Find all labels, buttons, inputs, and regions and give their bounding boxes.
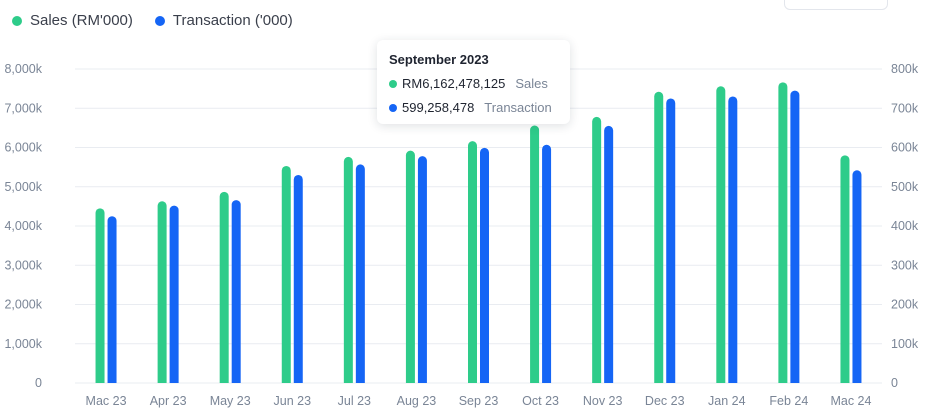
y-left-tick-label: 6,000k — [4, 141, 42, 155]
transaction-bar — [107, 216, 117, 383]
tooltip-sales-label: Sales — [515, 76, 548, 91]
tooltip-pointer — [472, 118, 484, 124]
transaction-bar — [852, 170, 862, 383]
y-right-tick-label: 100k — [891, 337, 919, 351]
chart-tooltip: September 2023 RM6,162,478,125 Sales 599… — [377, 40, 570, 124]
y-right-tick-label: 800k — [891, 62, 919, 76]
transaction-bar — [169, 205, 179, 383]
x-tick-label: Aug 23 — [397, 394, 437, 408]
y-right-tick-label: 700k — [891, 101, 919, 115]
tooltip-sales-dot — [389, 79, 397, 88]
y-left-tick-label: 5,000k — [4, 180, 42, 194]
transaction-bar — [417, 156, 427, 383]
x-tick-label: Oct 23 — [522, 394, 559, 408]
sales-bar — [840, 155, 850, 383]
sales-bar — [157, 201, 167, 383]
y-right-tick-label: 200k — [891, 298, 919, 312]
y-left-tick-label: 1,000k — [4, 337, 42, 351]
x-tick-label: Jul 23 — [338, 394, 371, 408]
y-left-tick-label: 8,000k — [4, 62, 42, 76]
tooltip-transaction-dot — [389, 103, 397, 112]
x-tick-label: Jan 24 — [708, 394, 746, 408]
sales-bar — [654, 91, 664, 383]
y-right-tick-label: 600k — [891, 141, 919, 155]
x-tick-label: Apr 23 — [150, 394, 187, 408]
transaction-bar — [480, 147, 489, 383]
transaction-bar — [604, 125, 614, 383]
x-tick-label: Mac 23 — [86, 394, 127, 408]
sales-bar — [778, 82, 788, 383]
tooltip-transaction-value: 599,258,478 — [402, 100, 475, 115]
sales-bar — [343, 156, 353, 383]
sales-bar — [405, 150, 415, 383]
transaction-bar — [231, 200, 241, 383]
sales-bar — [716, 86, 726, 384]
transaction-bar — [790, 90, 800, 384]
tooltip-transaction-label: Transaction — [484, 100, 552, 115]
y-left-tick-label: 4,000k — [4, 219, 42, 233]
x-tick-label: Sep 23 — [459, 394, 499, 408]
y-left-tick-label: 3,000k — [4, 258, 42, 272]
sales-bar — [592, 116, 602, 383]
x-tick-label: Dec 23 — [645, 394, 685, 408]
sales-bar — [530, 125, 540, 383]
sales-bar — [281, 165, 291, 383]
y-right-tick-label: 300k — [891, 258, 919, 272]
y-right-tick-label: 500k — [891, 180, 919, 194]
transaction-bar — [293, 174, 303, 383]
y-right-tick-label: 400k — [891, 219, 919, 233]
transaction-bar — [728, 96, 738, 383]
x-tick-label: Jun 23 — [274, 394, 312, 408]
sales-bar — [219, 191, 229, 383]
y-left-tick-label: 2,000k — [4, 298, 42, 312]
x-tick-label: Mac 24 — [830, 394, 871, 408]
tooltip-row-sales: RM6,162,478,125 Sales — [389, 76, 548, 91]
y-right-tick-label: 0 — [891, 376, 898, 390]
transaction-bar — [666, 98, 676, 383]
y-left-tick-label: 7,000k — [4, 101, 42, 115]
transaction-bar — [542, 144, 552, 383]
tooltip-title: September 2023 — [389, 52, 489, 67]
tooltip-row-transaction: 599,258,478 Transaction — [389, 100, 552, 115]
y-left-tick-label: 0 — [35, 376, 42, 390]
x-tick-label: Feb 24 — [769, 394, 808, 408]
sales-bar — [95, 208, 105, 383]
sales-bar — [468, 141, 477, 383]
x-tick-label: May 23 — [210, 394, 251, 408]
transaction-bar — [355, 164, 365, 383]
x-tick-label: Nov 23 — [583, 394, 623, 408]
tooltip-sales-value: RM6,162,478,125 — [402, 76, 506, 91]
